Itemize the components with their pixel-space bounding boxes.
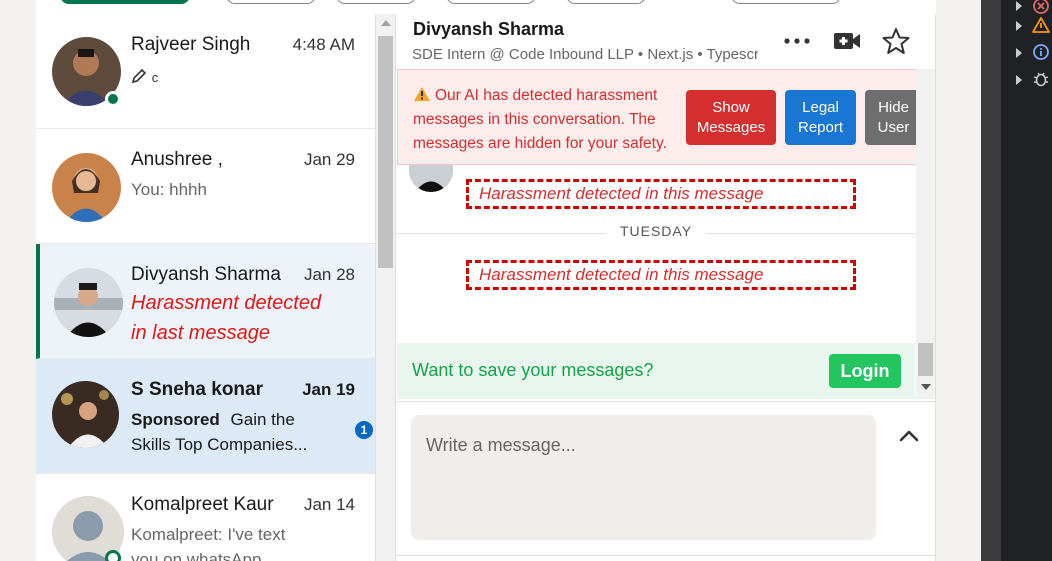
bug-icon bbox=[1033, 72, 1049, 87]
filter-pill-focused[interactable] bbox=[60, 0, 190, 4]
conversation-preview: You: hhhh bbox=[131, 180, 207, 199]
avatar bbox=[52, 153, 121, 222]
conversation-list: Rajveer Singh 4:48 AM c Anushree , Jan 2… bbox=[36, 14, 376, 561]
preview-text: Komalpreet: I've text bbox=[131, 525, 286, 544]
conversation-name: Divyansh Sharma bbox=[131, 264, 281, 285]
expand-triangle-icon[interactable] bbox=[1016, 21, 1022, 31]
hidden-message[interactable]: Harassment detected in this message bbox=[466, 179, 856, 209]
conversation-date: Jan 29 bbox=[303, 150, 355, 169]
warning-text: Our AI has detected harassment messages … bbox=[413, 84, 683, 156]
filter-pill[interactable] bbox=[731, 0, 841, 4]
save-messages-bar: Want to save your messages? Login bbox=[397, 343, 915, 399]
harassment-preview-line: in last message bbox=[131, 322, 270, 344]
conversation-item[interactable]: Komalpreet Kaur Jan 14 Komalpreet: I've … bbox=[36, 474, 375, 561]
login-button[interactable]: Login bbox=[829, 354, 901, 388]
message-input[interactable] bbox=[411, 415, 876, 475]
online-status-icon bbox=[105, 91, 121, 107]
devtools-verbose-row[interactable] bbox=[1014, 69, 1052, 91]
conversation-date: 4:48 AM bbox=[292, 35, 355, 54]
video-camera-icon[interactable] bbox=[831, 26, 863, 56]
conversation-pane: Divyansh Sharma SDE Intern @ Code Inboun… bbox=[395, 14, 936, 561]
preview-text: you on whatsApp bbox=[131, 550, 262, 561]
conversation-item[interactable]: Anushree , Jan 29 You: hhhh bbox=[36, 129, 375, 244]
scroll-down-icon[interactable] bbox=[921, 384, 931, 390]
more-horizontal-icon[interactable] bbox=[782, 26, 812, 56]
list-scrollbar[interactable] bbox=[376, 14, 395, 561]
pencil-icon bbox=[131, 68, 147, 84]
conversation-item[interactable]: Rajveer Singh 4:48 AM c bbox=[36, 14, 375, 129]
legal-report-button[interactable]: Legal Report bbox=[785, 90, 856, 145]
conversation-preview: Komalpreet: I've text you on whatsApp bbox=[131, 522, 341, 561]
message-scrollbar[interactable] bbox=[916, 69, 935, 399]
sender-avatar bbox=[409, 165, 453, 192]
filter-pill[interactable] bbox=[336, 0, 416, 4]
conversation-name: S Sneha konar bbox=[131, 379, 263, 400]
hide-user-label: Hide User bbox=[877, 98, 910, 136]
avatar bbox=[52, 381, 119, 448]
compose-bottom-divider bbox=[396, 555, 935, 556]
warning-icon bbox=[414, 87, 430, 101]
conversation-date: Jan 14 bbox=[303, 495, 355, 514]
scrollbar-thumb[interactable] bbox=[918, 343, 933, 376]
message-list: Harassment detected in this message TUES… bbox=[396, 165, 916, 340]
preview-text: Skills Top Companies... bbox=[131, 435, 308, 454]
warning-icon bbox=[1032, 17, 1050, 33]
conversation-date: Jan 19 bbox=[302, 380, 355, 399]
conversation-name: Anushree , bbox=[131, 149, 223, 170]
unread-badge: 1 bbox=[355, 421, 373, 439]
hide-user-button[interactable]: Hide User bbox=[865, 90, 922, 145]
harassment-preview-line: Harassment detected bbox=[131, 292, 322, 314]
conversation-name: Rajveer Singh bbox=[131, 34, 251, 55]
harassment-preview: Harassment detected in last message bbox=[131, 288, 351, 348]
expand-triangle-icon[interactable] bbox=[1016, 75, 1022, 85]
conversation-preview: c bbox=[131, 64, 341, 90]
devtools-info-row[interactable] bbox=[1014, 42, 1052, 64]
expand-triangle-icon[interactable] bbox=[1016, 1, 1022, 11]
save-messages-text: Want to save your messages? bbox=[412, 360, 654, 380]
scroll-up-icon[interactable] bbox=[381, 20, 391, 26]
contact-name[interactable]: Divyansh Sharma bbox=[413, 19, 564, 40]
scrollbar-thumb[interactable] bbox=[378, 36, 393, 268]
conversation-name: Komalpreet Kaur bbox=[131, 494, 274, 515]
compose-box[interactable] bbox=[411, 415, 876, 540]
conversation-preview: Sponsored Gain the Skills Top Companies.… bbox=[131, 407, 341, 457]
hidden-message[interactable]: Harassment detected in this message bbox=[466, 260, 856, 290]
filter-pill[interactable] bbox=[566, 0, 646, 4]
sponsored-label: Sponsored bbox=[131, 410, 220, 429]
conversation-item-unread[interactable]: S Sneha konar Jan 19 Sponsored Gain the … bbox=[36, 359, 375, 474]
devtools-divider[interactable] bbox=[981, 0, 1001, 561]
compose-divider bbox=[396, 401, 935, 402]
page: Rajveer Singh 4:48 AM c Anushree , Jan 2… bbox=[0, 0, 1052, 561]
filter-pill[interactable] bbox=[226, 0, 316, 4]
chevron-up-icon[interactable] bbox=[897, 424, 921, 448]
devtools-warning-row[interactable] bbox=[1014, 15, 1052, 37]
filter-pill[interactable] bbox=[446, 0, 536, 4]
warning-message: Our AI has detected harassment messages … bbox=[413, 87, 667, 152]
preview-text: Gain the bbox=[230, 410, 295, 429]
show-messages-button[interactable]: Show Messages bbox=[686, 90, 776, 145]
star-icon[interactable] bbox=[880, 26, 912, 56]
info-icon bbox=[1033, 44, 1049, 60]
preview-text: c bbox=[151, 70, 159, 85]
contact-headline: SDE Intern @ Code Inbound LLP • Next.js … bbox=[412, 46, 758, 63]
show-messages-label: Show Messages bbox=[696, 98, 766, 136]
conversation-item-selected[interactable]: Divyansh Sharma Jan 28 Harassment detect… bbox=[36, 244, 375, 359]
legal-report-label: Legal Report bbox=[797, 98, 844, 136]
conversation-date: Jan 28 bbox=[303, 265, 355, 284]
harassment-warning-banner: Our AI has detected harassment messages … bbox=[397, 69, 935, 165]
expand-triangle-icon[interactable] bbox=[1016, 48, 1022, 58]
error-icon bbox=[1033, 0, 1049, 14]
day-divider-label: TUESDAY bbox=[606, 223, 706, 243]
offline-status-icon bbox=[105, 550, 121, 561]
avatar bbox=[54, 268, 123, 337]
filter-pills-strip bbox=[36, 0, 936, 14]
